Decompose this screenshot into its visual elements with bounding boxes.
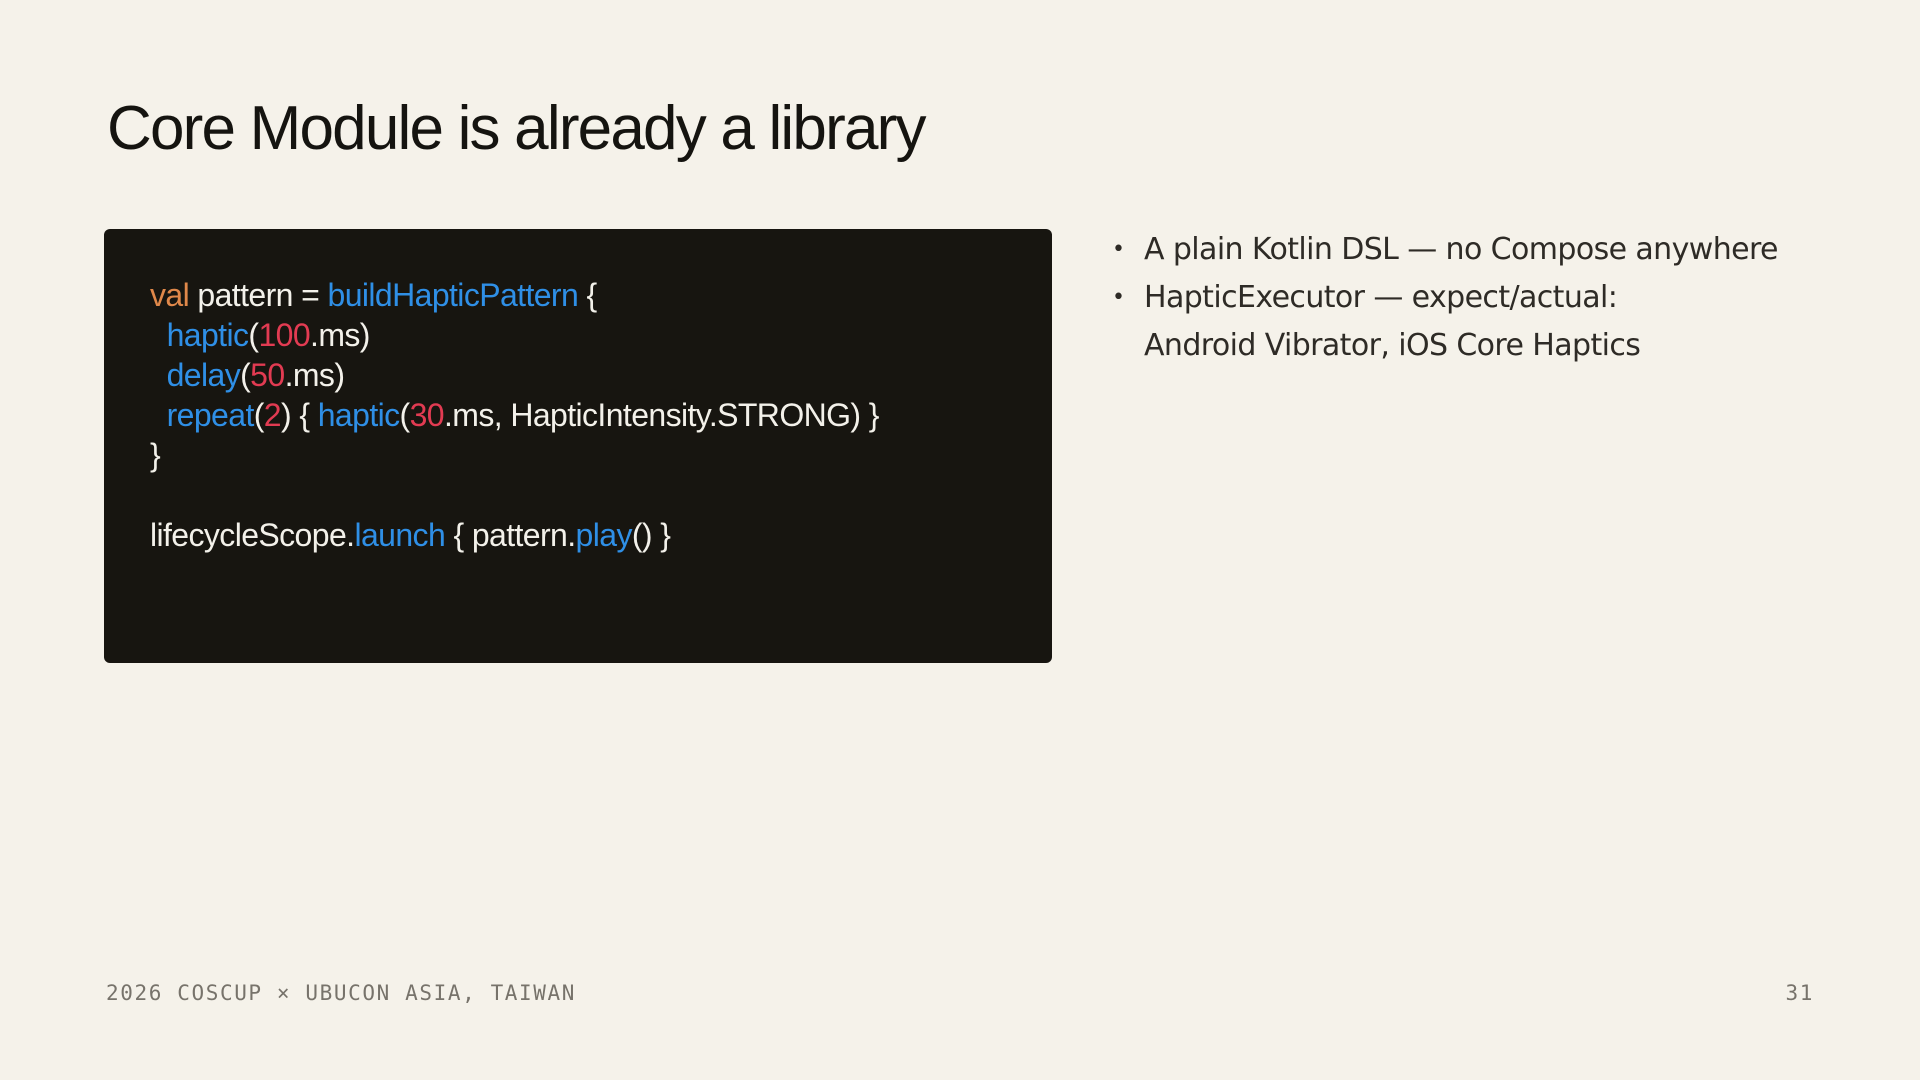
code-token-plain: pattern =: [189, 277, 328, 313]
bullet-dot-icon: •: [1112, 285, 1125, 310]
code-block: val pattern = buildHapticPattern { hapti…: [104, 229, 1052, 663]
code-token-kw: val: [150, 277, 190, 313]
code-token-plain: () }: [631, 517, 671, 553]
code-token-fn: haptic: [317, 397, 400, 433]
code-token-fn: delay: [166, 357, 241, 393]
code-token-fn: play: [575, 517, 633, 553]
bullet-text: HapticExecutor — expect/actual:: [1144, 280, 1618, 315]
code-token-plain: (: [248, 317, 259, 353]
code-line: delay(50.ms): [150, 355, 1052, 395]
bullet-text: A plain Kotlin DSL — no Compose anywhere: [1144, 232, 1779, 267]
code-token-plain: ) {: [281, 397, 318, 433]
page-number: 31: [1785, 981, 1814, 1005]
bullet-list: • A plain Kotlin DSL — no Compose anywher…: [1112, 226, 1892, 370]
bullet-item: • HapticExecutor — expect/actual: Android …: [1112, 274, 1892, 370]
code-token-plain: (: [240, 357, 251, 393]
code-token-fn: buildHapticPattern: [327, 277, 579, 313]
code-token-plain: .ms, HapticIntensity.STRONG) }: [444, 397, 879, 433]
code-line: haptic(100.ms): [150, 315, 1052, 355]
code-line: }: [150, 435, 1052, 475]
code-token-plain: lifecycleScope.: [150, 517, 355, 553]
code-token-fn: haptic: [166, 317, 249, 353]
code-line: repeat(2) { haptic(30.ms, HapticIntensit…: [150, 395, 1052, 435]
code-token-plain: }: [150, 437, 161, 473]
bullet-text: Android Vibrator, iOS Core Haptics: [1144, 328, 1641, 363]
code-token-num: 100: [258, 317, 311, 353]
code-token-num: 50: [250, 357, 285, 393]
code-token-plain: (: [253, 397, 265, 433]
code-token-num: 2: [263, 397, 282, 433]
footer-text: 2026 COSCUP × UBUCON ASIA, TAIWAN: [106, 981, 577, 1005]
code-token-plain: .ms): [284, 357, 345, 393]
code-token-fn: launch: [354, 517, 446, 553]
code-token-plain: { pattern.: [445, 517, 576, 553]
code-token-plain: {: [578, 277, 597, 313]
code-token-fn: repeat: [166, 397, 255, 433]
code-token-num: 30: [409, 397, 445, 433]
slide-title: Core Module is already a library: [107, 94, 926, 163]
code-token-plain: (: [399, 397, 411, 433]
bullet-dot-icon: •: [1112, 237, 1125, 262]
code-line: lifecycleScope.launch { pattern.play() }: [150, 515, 1052, 555]
code-token-plain: .ms): [310, 317, 370, 353]
bullet-item: • A plain Kotlin DSL — no Compose anywher…: [1112, 226, 1892, 274]
code-line: val pattern = buildHapticPattern {: [150, 275, 1052, 315]
